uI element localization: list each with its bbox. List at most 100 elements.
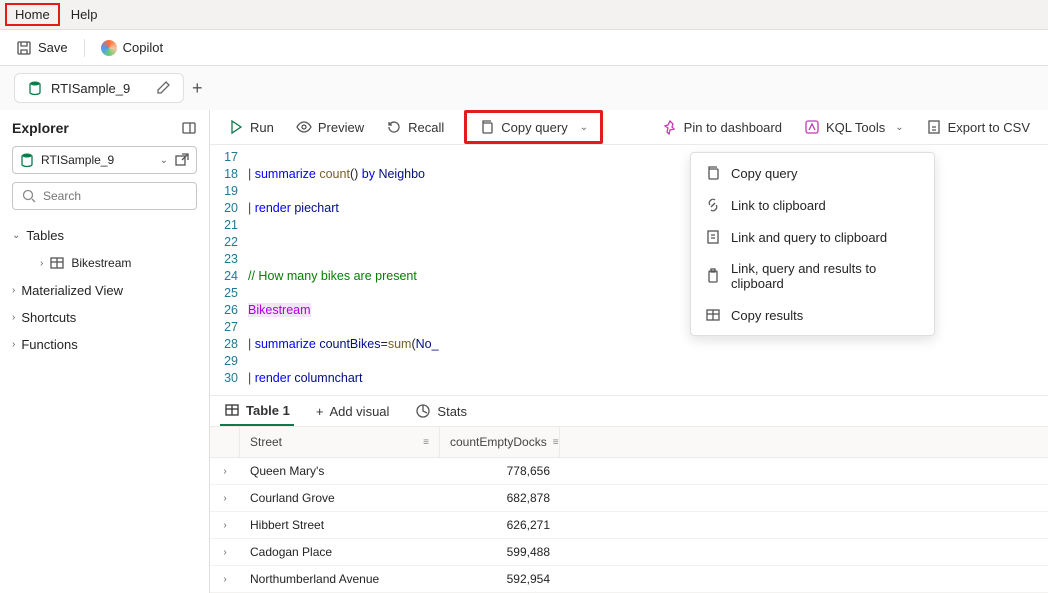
new-tab-button[interactable]: + (192, 78, 203, 99)
separator (84, 39, 85, 57)
dropdown-link[interactable]: Link to clipboard (691, 189, 934, 221)
panel-icon[interactable] (181, 120, 197, 136)
pin-label: Pin to dashboard (684, 120, 782, 135)
chevron-right-icon: › (223, 493, 226, 504)
node-label: Bikestream (71, 256, 131, 270)
search-box[interactable] (12, 182, 197, 210)
results-tabs: Table 1 +Add visual Stats (210, 395, 1048, 427)
explorer-title: Explorer (12, 120, 69, 136)
toolbar: Save Copilot (0, 30, 1048, 66)
tab-table1[interactable]: Table 1 (220, 396, 294, 426)
node-label: Materialized View (21, 283, 123, 298)
ditem-label: Copy results (731, 308, 803, 323)
tab-rtisample[interactable]: RTISample_9 (14, 73, 184, 103)
tab-stats[interactable]: Stats (411, 397, 471, 425)
tree-shortcuts[interactable]: ›Shortcuts (0, 304, 209, 331)
run-button[interactable]: Run (220, 113, 282, 141)
export-button[interactable]: Export to CSV (918, 113, 1038, 141)
expand-col (210, 427, 240, 457)
cell-count: 599,488 (440, 539, 560, 565)
database-icon (27, 80, 43, 96)
search-input[interactable] (43, 189, 198, 203)
main: Explorer RTISample_9 ⌄ ⌄Tables › Bikestre… (0, 110, 1048, 593)
chevron-down-icon: ⌄ (895, 122, 903, 133)
dropdown-copy-query[interactable]: Copy query (691, 157, 934, 189)
cell-count: 626,271 (440, 512, 560, 538)
table-row[interactable]: › Cadogan Place599,488 (210, 539, 1048, 566)
tab-label: Stats (437, 404, 467, 419)
col-street[interactable]: Street≡ (240, 427, 440, 457)
add-visual-button[interactable]: +Add visual (312, 398, 394, 425)
play-icon (228, 119, 244, 135)
cell-street: Northumberland Avenue (240, 566, 440, 592)
link-icon (705, 197, 721, 213)
kql-tools-button[interactable]: KQL Tools ⌄ (796, 113, 912, 141)
save-icon (16, 40, 32, 56)
cell-street: Queen Mary's (240, 458, 440, 484)
table-row[interactable]: › Courland Grove682,878 (210, 485, 1048, 512)
copy-query-button[interactable]: Copy query⌄ (471, 115, 596, 139)
table-icon (224, 402, 240, 418)
cell-street: Courland Grove (240, 485, 440, 511)
col-count[interactable]: countEmptyDocks≡ (440, 427, 560, 457)
copy-query-highlight: Copy query⌄ (464, 110, 603, 144)
database-icon (19, 152, 35, 168)
eye-icon (296, 119, 312, 135)
menu-icon[interactable]: ≡ (423, 437, 429, 448)
save-label: Save (38, 40, 68, 55)
tree-tables[interactable]: ⌄Tables (0, 222, 209, 249)
table-icon (705, 307, 721, 323)
chevron-down-icon: ⌄ (580, 122, 588, 133)
ditem-label: Link, query and results to clipboard (731, 261, 920, 291)
dropdown-linkresults[interactable]: Link, query and results to clipboard (691, 253, 934, 299)
chevron-right-icon: › (40, 258, 43, 269)
dropdown-linkquery[interactable]: Link and query to clipboard (691, 221, 934, 253)
cell-count: 682,878 (440, 485, 560, 511)
grid-header: Street≡ countEmptyDocks≡ (210, 427, 1048, 458)
recall-button[interactable]: Recall (378, 113, 452, 141)
preview-label: Preview (318, 120, 364, 135)
line-gutter: 1718192021222324252627282930 (210, 149, 248, 395)
link-query-icon (705, 229, 721, 245)
tools-icon (804, 119, 820, 135)
chevron-right-icon: › (223, 574, 226, 585)
menu-home[interactable]: Home (5, 3, 60, 26)
save-button[interactable]: Save (8, 36, 76, 60)
table-icon (49, 255, 65, 271)
copy-icon (479, 119, 495, 135)
recall-label: Recall (408, 120, 444, 135)
tree-bikestream[interactable]: › Bikestream (0, 249, 209, 277)
copilot-icon (101, 40, 117, 56)
pin-button[interactable]: Pin to dashboard (654, 113, 790, 141)
copilot-button[interactable]: Copilot (93, 36, 171, 60)
copy-icon (705, 165, 721, 181)
table-row[interactable]: ›Queen Mary's778,656 (210, 458, 1048, 485)
cell-count: 778,656 (440, 458, 560, 484)
results-grid: Street≡ countEmptyDocks≡ ›Queen Mary's77… (210, 427, 1048, 593)
table-row[interactable]: ›Hibbert Street626,271 (210, 512, 1048, 539)
menu-help[interactable]: Help (61, 3, 108, 26)
database-selector[interactable]: RTISample_9 ⌄ (12, 146, 197, 174)
export-label: Export to CSV (948, 120, 1030, 135)
dropdown-copyresults[interactable]: Copy results (691, 299, 934, 331)
cell-street: Cadogan Place (240, 539, 440, 565)
preview-button[interactable]: Preview (288, 113, 372, 141)
tree: ⌄Tables › Bikestream › Materialized View ›… (0, 218, 209, 362)
kql-label: KQL Tools (826, 120, 885, 135)
node-label: Shortcuts (21, 310, 76, 325)
chevron-right-icon: › (223, 547, 226, 558)
ditem-label: Link to clipboard (731, 198, 826, 213)
menu-icon[interactable]: ≡ (553, 437, 559, 448)
clipboard-icon (705, 268, 721, 284)
edit-icon[interactable] (155, 80, 171, 96)
external-icon[interactable] (174, 152, 190, 168)
search-icon (21, 188, 37, 204)
menubar: Home Help (0, 0, 1048, 30)
chevron-right-icon: › (12, 339, 15, 350)
chevron-right-icon: › (12, 285, 15, 296)
tree-matview[interactable]: › Materialized View (0, 277, 209, 304)
ditem-label: Copy query (731, 166, 797, 181)
table-row[interactable]: ›Northumberland Avenue592,954 (210, 566, 1048, 593)
tree-functions[interactable]: ›Functions (0, 331, 209, 358)
explorer-header: Explorer (0, 110, 209, 146)
